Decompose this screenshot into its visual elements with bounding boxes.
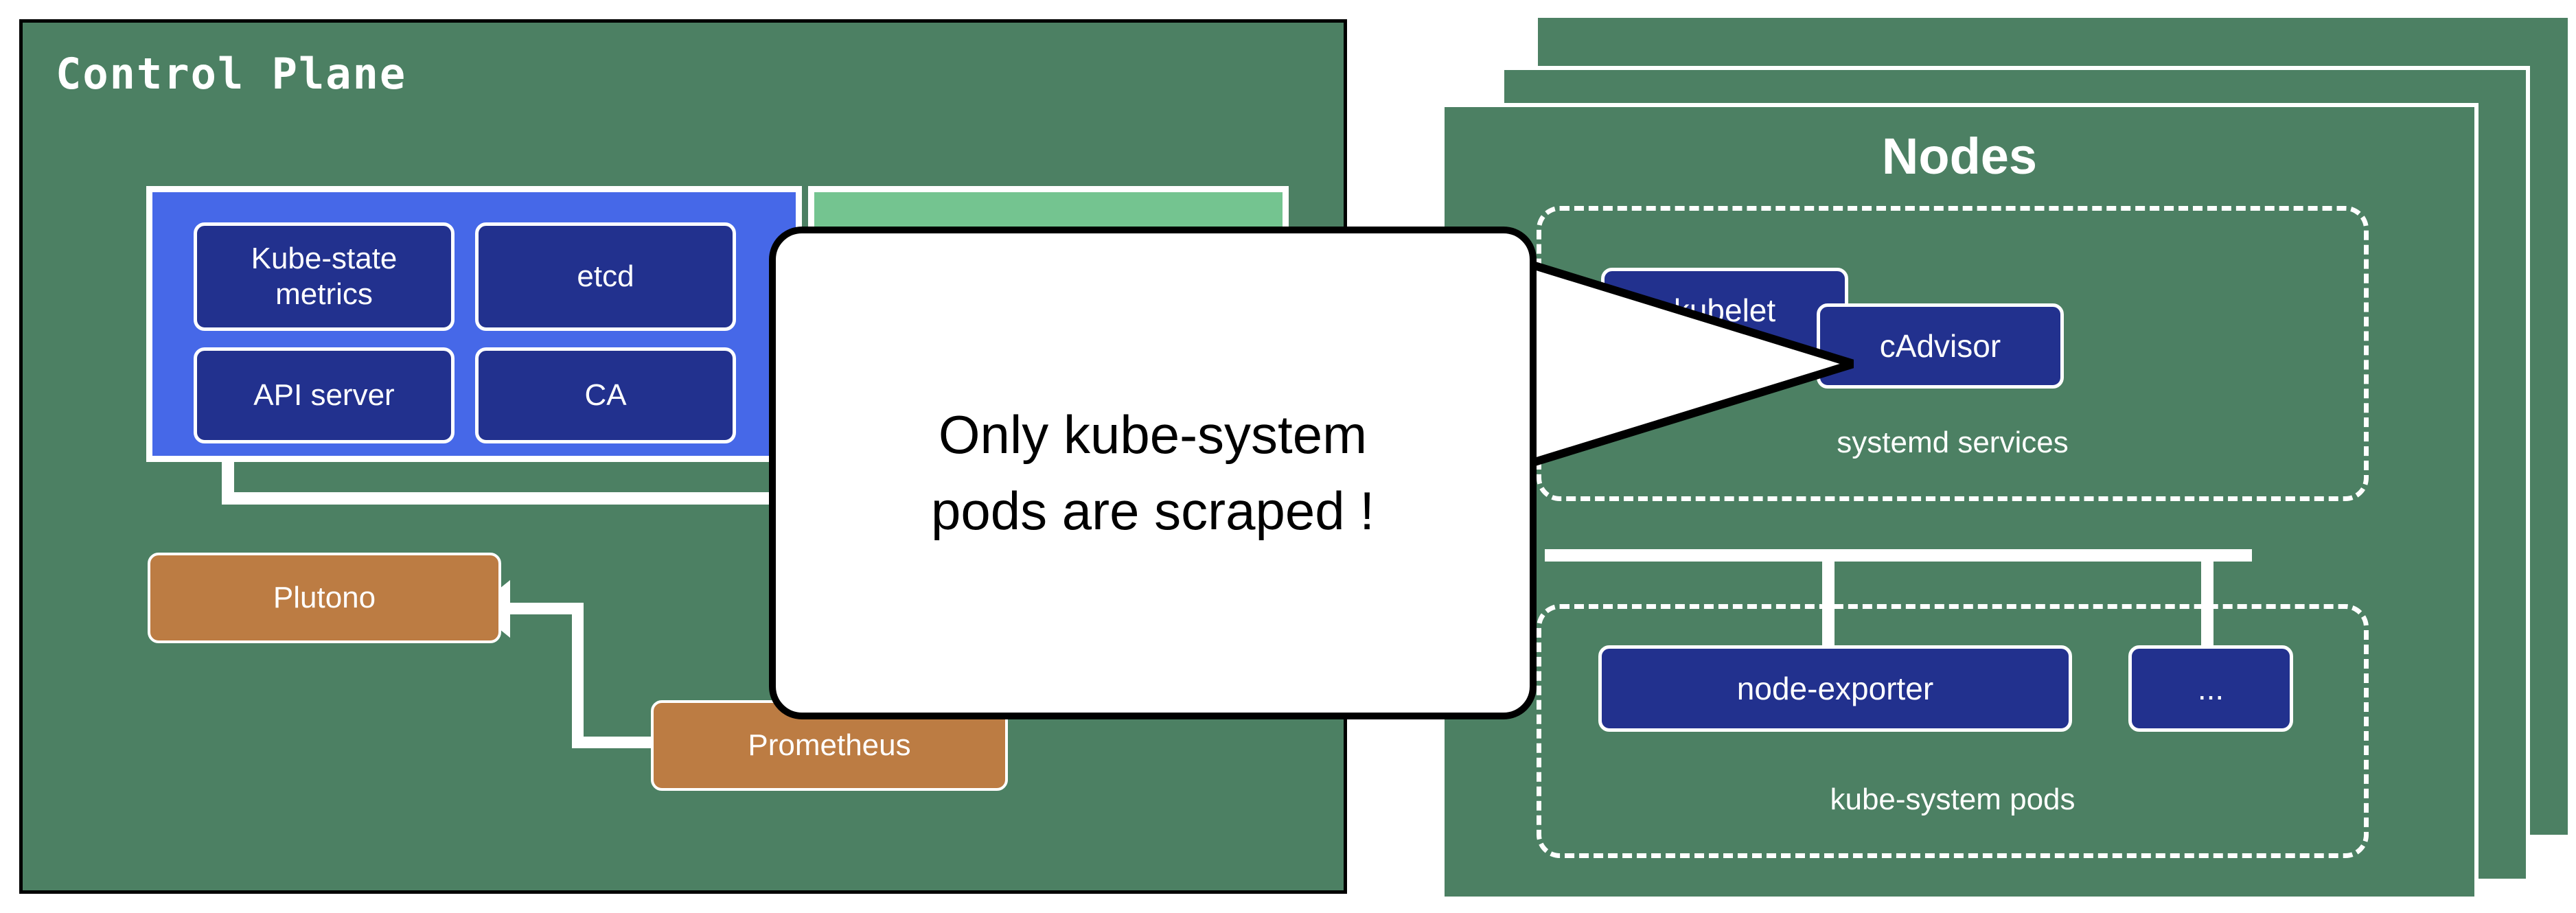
box-label-kube-state-metrics: Kube-state metrics xyxy=(251,242,398,311)
box-label-ca: CA xyxy=(584,378,627,413)
box-api-server[interactable]: API server xyxy=(194,347,455,443)
speech-bubble-line-1: Only kube-system xyxy=(938,404,1368,465)
control-plane-title: Control Plane xyxy=(56,49,407,99)
box-label-prometheus: Prometheus xyxy=(748,728,911,763)
speech-bubble: Only kube-system pods are scraped ! xyxy=(769,227,1537,719)
box-ca[interactable]: CA xyxy=(475,347,736,443)
box-kube-state-metrics[interactable]: Kube-state metrics xyxy=(194,222,455,331)
box-label-cadvisor: cAdvisor xyxy=(1879,327,2001,364)
speech-bubble-tail-icon xyxy=(1497,254,1854,481)
connector-prom-to-plutono-vertical xyxy=(572,603,584,740)
box-cadvisor[interactable]: cAdvisor xyxy=(1817,303,2064,389)
diagram-canvas: Control Plane Kube-state metrics etcd API… xyxy=(0,0,2576,913)
connector-prom-to-plutono-top xyxy=(510,603,579,614)
box-label-etcd: etcd xyxy=(577,259,634,294)
control-plane-blue-group: Kube-state metrics etcd API server CA xyxy=(146,186,802,462)
speech-bubble-line-2: pods are scraped ! xyxy=(930,481,1375,541)
box-more-pods[interactable]: ... xyxy=(2128,645,2293,732)
zone-label-kube-system-pods: kube-system pods xyxy=(1830,783,2075,816)
connector-nodes-horizontal xyxy=(1545,549,2252,562)
nodes-title: Nodes xyxy=(1881,128,2038,185)
box-node-exporter[interactable]: node-exporter xyxy=(1598,645,2072,732)
box-etcd[interactable]: etcd xyxy=(475,222,736,331)
box-label-more-pods: ... xyxy=(2197,670,2224,706)
speech-bubble-text: Only kube-system pods are scraped ! xyxy=(890,397,1416,549)
box-label-node-exporter: node-exporter xyxy=(1736,670,1934,706)
box-label-api-server: API server xyxy=(253,378,395,413)
box-plutono[interactable]: Plutono xyxy=(148,553,501,643)
box-label-plutono: Plutono xyxy=(273,581,376,615)
